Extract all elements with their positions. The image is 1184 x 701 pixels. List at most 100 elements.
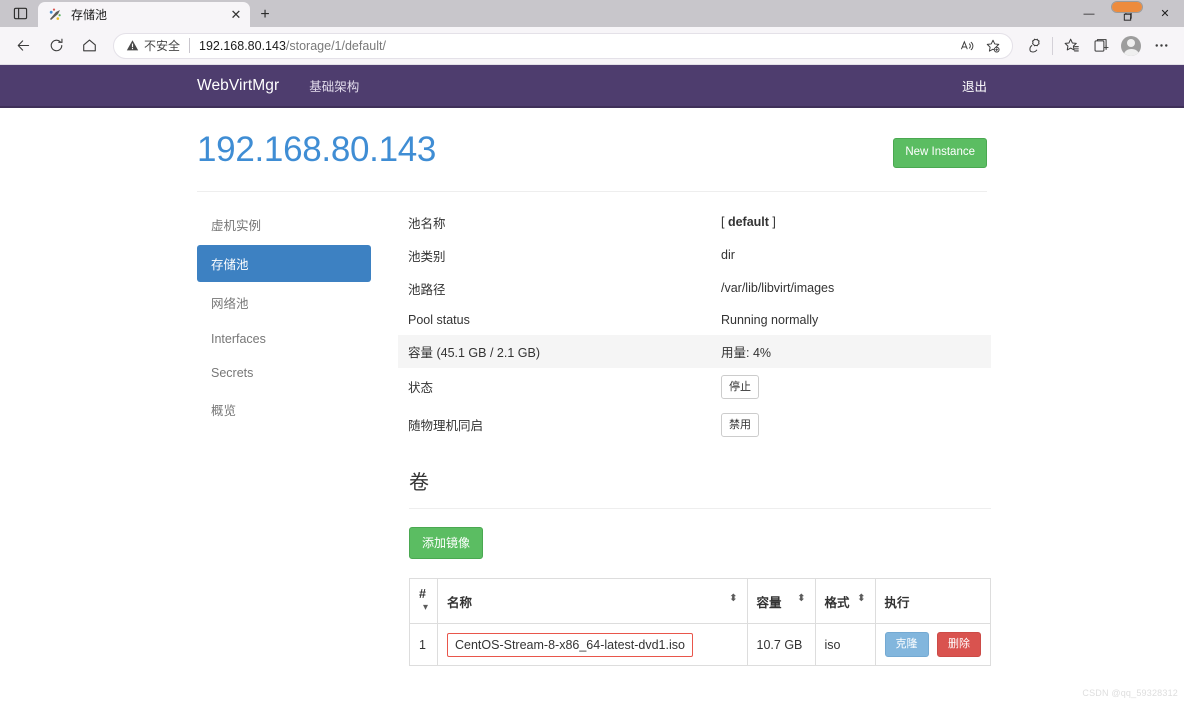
- detail-value: 停止: [721, 374, 984, 399]
- sidebar-item-network[interactable]: 网络池: [197, 284, 371, 321]
- back-arrow-icon[interactable]: [8, 31, 38, 61]
- detail-label: Pool status: [408, 312, 470, 327]
- window-restore-button[interactable]: [1108, 0, 1146, 27]
- detail-row-pool-name: 池名称 [ default ]: [398, 206, 991, 239]
- window-minimize-button[interactable]: —: [1070, 0, 1108, 27]
- detail-value: Running normally: [721, 312, 819, 327]
- page-viewport: WebVirtMgr 基础架构 退出 192.168.80.143 New In…: [0, 65, 1184, 701]
- detail-value: [ default ]: [721, 215, 776, 229]
- nav-item-infrastructure[interactable]: 基础架构: [309, 76, 359, 95]
- detail-label: 状态: [408, 381, 434, 396]
- add-image-button[interactable]: 添加镜像: [409, 527, 484, 560]
- column-header-format[interactable]: 格式 ⬍: [814, 578, 876, 625]
- new-tab-button[interactable]: +: [250, 2, 280, 27]
- cell-capacity: 10.7 GB: [746, 623, 816, 667]
- sort-toggle-icon[interactable]: ⬍: [729, 592, 737, 606]
- app-brand[interactable]: WebVirtMgr: [197, 77, 279, 95]
- webvirtmgr-favicon-icon: [47, 7, 63, 23]
- detail-label: 池类别: [408, 249, 446, 264]
- volumes-table: # ▾ 名称 ⬍ 容量 ⬍ 格式 ⬍ 执行 1 CentOS-Stream-8-…: [409, 578, 992, 667]
- home-icon[interactable]: [74, 31, 104, 61]
- tab-title: 存储池: [71, 8, 108, 22]
- detail-value: 禁用: [721, 412, 984, 438]
- toolbar-divider: [1052, 36, 1053, 55]
- disable-autostart-button[interactable]: 禁用: [721, 412, 759, 438]
- detail-row-capacity: 容量 (45.1 GB / 2.1 GB) 用量: 4%: [398, 334, 991, 368]
- window-restore-highlight: [1111, 1, 1143, 13]
- url-text: 192.168.80.143/storage/1/default/: [199, 39, 386, 53]
- detail-value: /var/lib/libvirt/images: [721, 281, 835, 295]
- column-label: 容量: [756, 595, 782, 610]
- security-indicator[interactable]: 不安全: [126, 37, 180, 54]
- table-header-row: # ▾ 名称 ⬍ 容量 ⬍ 格式 ⬍ 执行: [409, 578, 992, 625]
- column-label: 格式: [824, 595, 850, 610]
- window-controls: — ✕: [1070, 0, 1184, 27]
- new-instance-button[interactable]: New Instance: [893, 138, 987, 168]
- omnibox-actions: [954, 34, 1006, 58]
- profile-avatar-icon[interactable]: [1116, 31, 1146, 61]
- favorites-icon[interactable]: [1056, 31, 1086, 61]
- browser-tab[interactable]: 存储池 ✕: [38, 2, 250, 27]
- sidebar-item-overview[interactable]: 概览: [197, 391, 371, 428]
- volumes-section-title: 卷: [409, 472, 429, 495]
- sidebar-item-storage[interactable]: 存储池: [197, 244, 371, 282]
- browser-toolbar: 不安全 192.168.80.143/storage/1/default/: [0, 27, 1184, 65]
- sort-toggle-icon[interactable]: ⬍: [857, 592, 865, 606]
- detail-row-pool-path: 池路径 /var/lib/libvirt/images: [398, 272, 991, 305]
- tab-close-icon[interactable]: ✕: [228, 7, 244, 23]
- security-label: 不安全: [144, 39, 181, 53]
- stop-pool-button[interactable]: 停止: [721, 374, 759, 399]
- add-favorite-icon[interactable]: [980, 34, 1006, 58]
- pool-name-value: default: [727, 215, 769, 229]
- detail-label: 池路径: [408, 282, 446, 297]
- cell-format: iso: [814, 623, 876, 667]
- volumes-table-body: 1 CentOS-Stream-8-x86_64-latest-dvd1.iso…: [409, 623, 992, 667]
- column-header-name[interactable]: 名称 ⬍: [437, 578, 748, 625]
- cell-index: 1: [409, 623, 438, 667]
- collections-icon[interactable]: [1086, 31, 1116, 61]
- settings-more-icon[interactable]: [1146, 31, 1176, 61]
- url-host: 192.168.80.143: [199, 38, 286, 53]
- storage-pool-detail: 池名称 [ default ] 池类别 dir 池路径 /var/lib/lib…: [383, 206, 992, 667]
- warning-triangle-icon: [126, 39, 139, 52]
- cell-actions: 克隆 删除: [874, 623, 992, 667]
- column-label: 执行: [884, 595, 910, 610]
- browser-window: 存储池 ✕ + — ✕ 不安全 192.168.80.143/storage/1…: [0, 0, 1184, 701]
- volumes-table-head: # ▾ 名称 ⬍ 容量 ⬍ 格式 ⬍ 执行: [409, 578, 992, 625]
- column-header-capacity[interactable]: 容量 ⬍: [746, 578, 816, 625]
- volume-name-highlight[interactable]: CentOS-Stream-8-x86_64-latest-dvd1.iso: [447, 632, 693, 657]
- column-header-index[interactable]: # ▾: [409, 578, 438, 625]
- url-path: /storage/1/default/: [285, 38, 386, 53]
- address-bar[interactable]: 不安全 192.168.80.143/storage/1/default/: [113, 32, 1013, 59]
- refresh-icon[interactable]: [41, 31, 71, 61]
- clone-volume-button[interactable]: 克隆: [884, 632, 929, 658]
- sidebar-nav: 虚机实例 存储池 网络池 Interfaces Secrets 概览: [197, 206, 383, 667]
- tab-strip: 存储池 ✕ +: [0, 0, 280, 27]
- detail-value: dir: [721, 248, 735, 262]
- detail-label: 池名称: [408, 216, 446, 231]
- page-title: 192.168.80.143: [197, 130, 437, 169]
- navbar-right: 退出: [962, 76, 987, 96]
- page-container: 192.168.80.143 New Instance 虚机实例 存储池 网络池…: [197, 108, 992, 667]
- toolbar-right-actions: [1019, 31, 1176, 61]
- detail-row-autostart: 随物理机同启 禁用: [398, 406, 991, 444]
- sort-toggle-icon[interactable]: ⬍: [797, 592, 805, 606]
- detail-label: 随物理机同启: [408, 419, 484, 434]
- detail-label: 容量 (45.1 GB / 2.1 GB): [408, 345, 540, 360]
- window-close-button[interactable]: ✕: [1146, 0, 1184, 27]
- detail-row-pool-status: Pool status Running normally: [398, 305, 991, 335]
- delete-volume-button[interactable]: 删除: [937, 632, 981, 658]
- volumes-panel: 添加镜像 # ▾ 名称 ⬍ 容量 ⬍ 格式 ⬍ 执行 1 CentOS-Stre…: [398, 509, 992, 667]
- csdn-watermark: CSDN @qq_59328312: [1082, 688, 1178, 698]
- sidebar-item-interfaces[interactable]: Interfaces: [197, 323, 371, 355]
- page-header: 192.168.80.143 New Instance: [197, 130, 987, 170]
- read-aloud-icon[interactable]: [954, 34, 980, 58]
- sidebar-item-secrets[interactable]: Secrets: [197, 357, 371, 389]
- sort-desc-icon[interactable]: ▾: [423, 601, 428, 615]
- detail-row-pool-type: 池类别 dir: [398, 239, 991, 272]
- column-label: #: [419, 587, 426, 602]
- browser-essentials-icon[interactable]: [1019, 31, 1049, 61]
- tab-actions-icon[interactable]: [2, 0, 38, 27]
- logout-link[interactable]: 退出: [962, 80, 987, 94]
- sidebar-item-instances[interactable]: 虚机实例: [197, 206, 371, 243]
